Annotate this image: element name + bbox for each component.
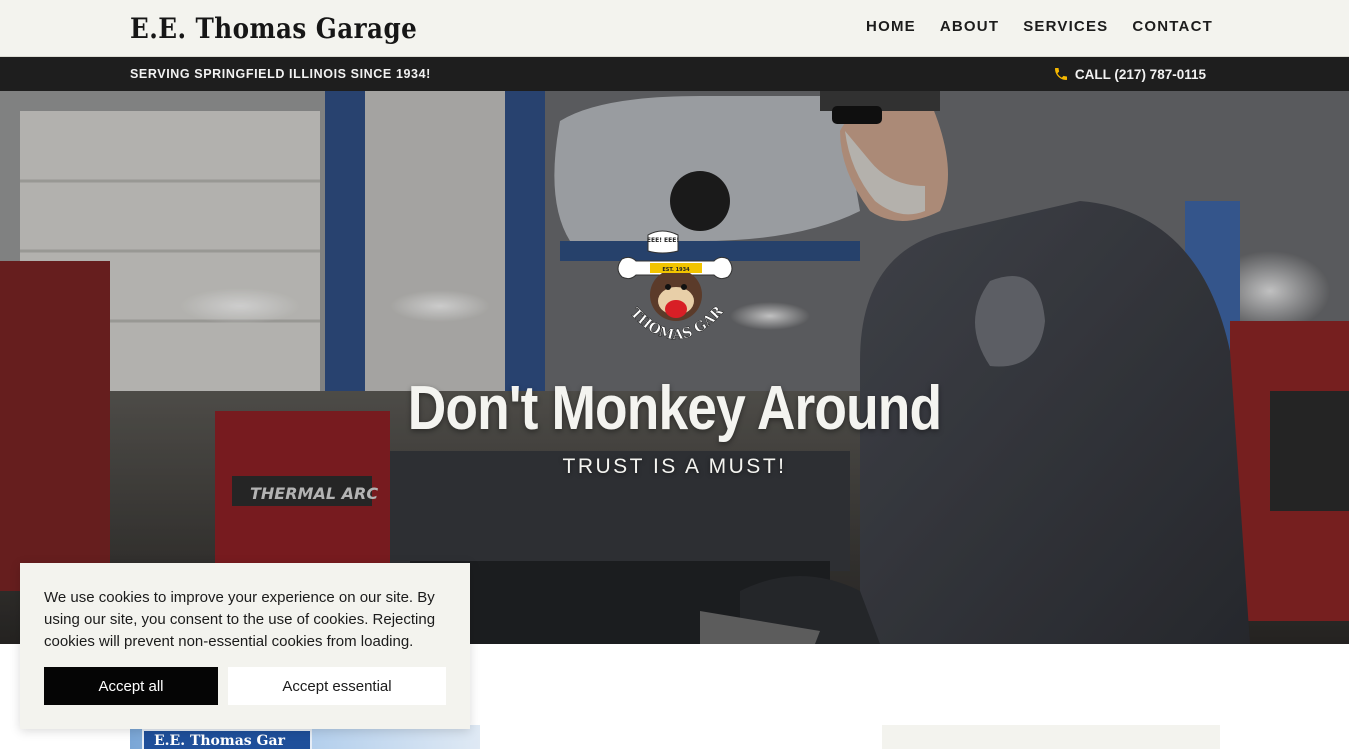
nav-about[interactable]: ABOUT	[940, 18, 999, 35]
hero-subtitle: TRUST IS A MUST!	[562, 455, 787, 478]
accept-essential-button[interactable]: Accept essential	[228, 667, 446, 705]
hero-title: Don't Monkey Around	[407, 374, 942, 443]
call-label: CALL (217) 787-0115	[1074, 66, 1206, 82]
hero-overlay	[0, 91, 1349, 644]
brand-logo-text[interactable]: E.E. Thomas Garage	[130, 12, 417, 45]
main-nav: HOME ABOUT SERVICES CONTACT	[866, 18, 1213, 35]
cookie-banner: We use cookies to improve your experienc…	[20, 563, 470, 729]
hero-section: THERMAL ARC EEE! EEE! EST. 1934 E.E. THO…	[0, 91, 1349, 644]
accept-all-button[interactable]: Accept all	[44, 667, 218, 705]
svg-text:EEE! EEE!: EEE! EEE!	[647, 237, 679, 244]
call-link[interactable]: CALL (217) 787-0115	[1053, 66, 1206, 82]
side-panel	[882, 725, 1220, 749]
garage-sign: E.E. Thomas Gar	[142, 729, 312, 749]
site-header: E.E. Thomas Garage HOME ABOUT SERVICES C…	[0, 0, 1349, 57]
svg-text:EST. 1934: EST. 1934	[662, 267, 690, 273]
cookie-message: We use cookies to improve your experienc…	[44, 589, 436, 650]
nav-services[interactable]: SERVICES	[1023, 18, 1108, 35]
monkey-logo-icon: EEE! EEE! EST. 1934 E.E. THOMAS GARAGE	[614, 229, 733, 344]
nav-home[interactable]: HOME	[866, 18, 916, 35]
garage-sign-text: E.E. Thomas Gar	[154, 733, 285, 749]
phone-icon	[1054, 68, 1067, 80]
tagline: SERVING SPRINGFIELD ILLINOIS SINCE 1934!	[130, 67, 431, 81]
top-bar: SERVING SPRINGFIELD ILLINOIS SINCE 1934!…	[0, 57, 1349, 91]
nav-contact[interactable]: CONTACT	[1132, 18, 1213, 35]
